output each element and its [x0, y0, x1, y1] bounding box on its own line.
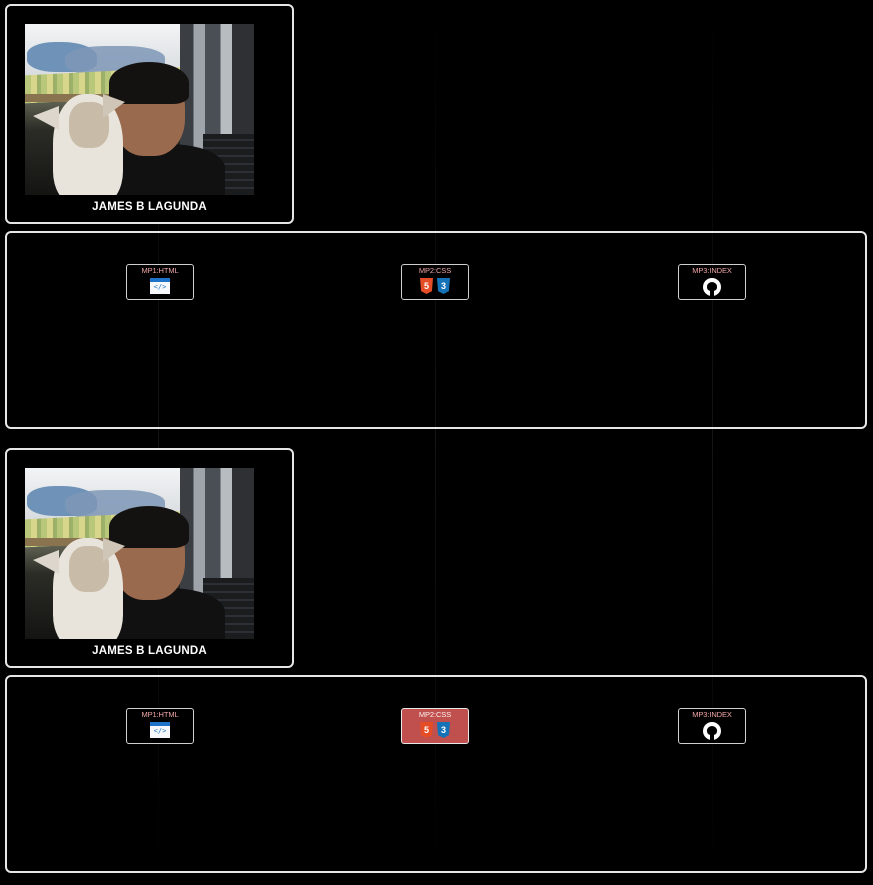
github-icon [703, 722, 721, 740]
mp1-html-link[interactable]: MP1:HTML </> [126, 708, 194, 744]
html-file-icon: </> [150, 722, 170, 738]
html5-icon: 5 [420, 722, 433, 738]
html-file-icon: </> [150, 278, 170, 294]
project-links-panel: MP1:HTML </> MP2:CSS 5 3 MP3:INDEX [5, 675, 867, 873]
mp2-css-link[interactable]: MP2:CSS 5 3 [401, 264, 469, 300]
mp3-index-link[interactable]: MP3:INDEX [678, 264, 746, 300]
html5-icon: 5 [420, 278, 433, 294]
link-label: MP1:HTML [141, 266, 179, 275]
link-label: MP3:INDEX [692, 266, 732, 275]
profile-photo [25, 24, 254, 195]
profile-card: JAMES B LAGUNDA [5, 448, 294, 668]
mp1-html-link[interactable]: MP1:HTML </> [126, 264, 194, 300]
link-label: MP1:HTML [141, 710, 179, 719]
mp2-css-link[interactable]: MP2:CSS 5 3 [401, 708, 469, 744]
profile-name: JAMES B LAGUNDA [92, 201, 207, 213]
link-label: MP2:CSS [418, 710, 452, 719]
profile-photo [25, 468, 254, 639]
github-icon [703, 278, 721, 296]
css3-icon: 3 [437, 722, 450, 738]
css3-icon: 3 [437, 278, 450, 294]
project-links-panel: MP1:HTML </> MP2:CSS 5 3 MP3:INDEX [5, 231, 867, 429]
link-label: MP2:CSS [418, 266, 452, 275]
profile-card: JAMES B LAGUNDA [5, 4, 294, 224]
profile-name: JAMES B LAGUNDA [92, 645, 207, 657]
link-label: MP3:INDEX [692, 710, 732, 719]
mp3-index-link[interactable]: MP3:INDEX [678, 708, 746, 744]
